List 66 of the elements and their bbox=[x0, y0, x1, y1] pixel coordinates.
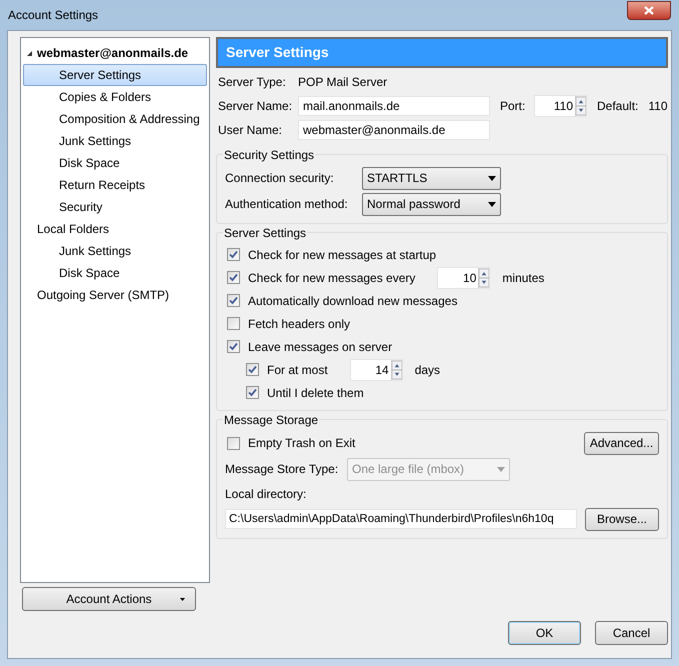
caret-icon bbox=[497, 466, 505, 472]
dialog-button[interactable]: Cancel bbox=[595, 621, 668, 645]
tree-item[interactable]: Outgoing Server (SMTP) bbox=[23, 284, 207, 306]
checkbox-checked[interactable] bbox=[227, 248, 240, 261]
caret-icon bbox=[488, 202, 496, 206]
tree-item[interactable]: Disk Space bbox=[23, 262, 207, 284]
tree-item[interactable]: Junk Settings bbox=[23, 130, 207, 152]
window-title: Account Settings bbox=[8, 7, 98, 24]
field-value: 110 bbox=[648, 98, 668, 115]
checkbox-checked[interactable] bbox=[246, 363, 259, 376]
dropdown[interactable]: STARTTLS bbox=[362, 166, 501, 190]
caret-icon bbox=[180, 598, 185, 601]
input-field[interactable]: C:\Users\admin\AppData\Roaming\Thunderbird\Profiles\n6h10q bbox=[225, 509, 577, 529]
close-icon bbox=[644, 6, 654, 14]
number-spinner[interactable]: 10 bbox=[437, 266, 490, 288]
checkbox-checked[interactable] bbox=[246, 386, 259, 399]
checkbox-checked[interactable] bbox=[227, 271, 240, 284]
checkbox-label[interactable]: Check for new messages every bbox=[248, 268, 416, 286]
field-label: Connection security: bbox=[225, 170, 335, 187]
tree-item[interactable]: webmaster@anonmails.de bbox=[23, 42, 207, 64]
account-actions-button[interactable]: Account Actions bbox=[22, 587, 196, 611]
field-label: Local directory: bbox=[225, 486, 306, 503]
tree-item[interactable]: Junk Settings bbox=[23, 240, 207, 262]
close-button[interactable] bbox=[627, 0, 671, 20]
expanded-triangle-icon[interactable] bbox=[26, 50, 33, 56]
field-label: Port: bbox=[500, 98, 526, 115]
checkbox-label[interactable]: Until I delete them bbox=[267, 384, 364, 402]
tree-item[interactable]: Disk Space bbox=[23, 152, 207, 174]
checkbox-label[interactable]: Automatically download new messages bbox=[248, 292, 458, 310]
advanced-button[interactable]: Advanced... bbox=[584, 432, 659, 454]
number-spinner[interactable]: 14 bbox=[350, 358, 403, 380]
field-label: User Name: bbox=[218, 122, 284, 139]
field-label: Server Type: bbox=[218, 74, 287, 91]
unit-label: days bbox=[414, 362, 440, 378]
field-label: Server Name: bbox=[218, 98, 294, 115]
tree-item[interactable]: Local Folders bbox=[23, 218, 207, 240]
input-field[interactable]: mail.anonmails.de bbox=[298, 96, 490, 116]
dialog-button[interactable]: OK bbox=[508, 621, 581, 645]
field-value: POP Mail Server bbox=[298, 74, 388, 91]
checkbox[interactable] bbox=[227, 436, 240, 450]
checkbox-checked[interactable] bbox=[227, 340, 240, 353]
unit-label: minutes bbox=[502, 270, 544, 286]
checkbox[interactable] bbox=[227, 317, 240, 330]
tree-item[interactable]: Copies & Folders bbox=[23, 86, 207, 108]
checkbox-label[interactable]: Empty Trash on Exit bbox=[248, 434, 356, 452]
input-field[interactable]: webmaster@anonmails.de bbox=[298, 120, 490, 140]
checkbox-checked[interactable] bbox=[227, 294, 240, 307]
field-label: Message Store Type: bbox=[225, 461, 340, 478]
spinner-arrows-icon[interactable] bbox=[390, 360, 402, 380]
tree-item[interactable]: Return Receipts bbox=[23, 174, 207, 196]
checkbox-label[interactable]: Leave messages on server bbox=[248, 338, 392, 356]
field-label: Default: bbox=[597, 98, 638, 115]
checkbox-label[interactable]: Fetch headers only bbox=[248, 314, 350, 332]
checkbox-label[interactable]: Check for new messages at startup bbox=[248, 246, 436, 264]
checkbox-label[interactable]: For at most bbox=[267, 360, 328, 378]
number-spinner[interactable]: 110 bbox=[534, 95, 587, 117]
tree-item[interactable]: Composition & Addressing bbox=[23, 108, 207, 130]
tree-item[interactable]: Security bbox=[23, 196, 207, 218]
tree-item[interactable]: Server Settings bbox=[23, 64, 207, 86]
spinner-arrows-icon[interactable] bbox=[478, 268, 490, 288]
caret-icon bbox=[488, 176, 496, 180]
browse-button[interactable]: Browse... bbox=[585, 508, 659, 530]
spinner-arrows-icon[interactable] bbox=[575, 96, 586, 116]
field-label: Authentication method: bbox=[225, 196, 349, 213]
section-header: Server Settings bbox=[216, 37, 668, 68]
dropdown[interactable]: Normal password bbox=[362, 192, 501, 216]
